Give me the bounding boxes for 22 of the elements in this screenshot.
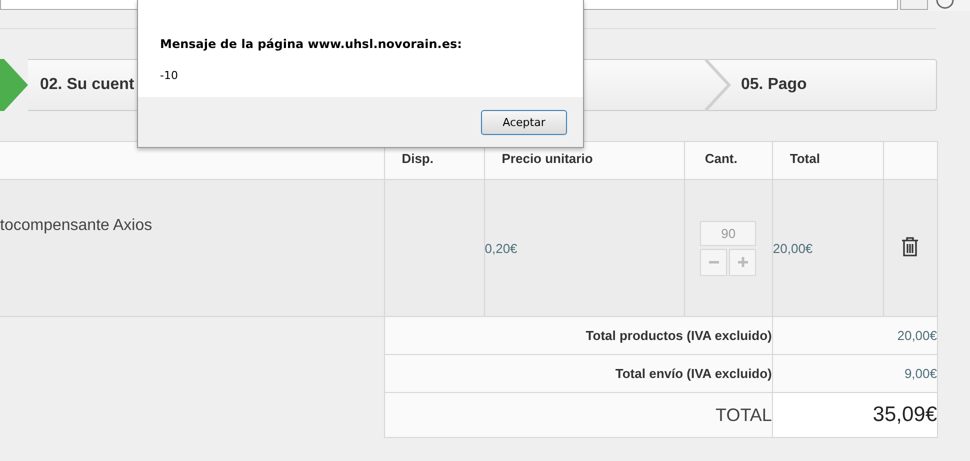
dialog-title: Mensaje de la página www.uhsl.novorain.es:	[160, 37, 463, 51]
summary-value: 9,00€	[904, 366, 937, 381]
column-header: Precio unitario	[484, 142, 684, 180]
unit-price: 0,20€	[484, 240, 518, 256]
product-name: tocompensante Axios	[0, 217, 152, 234]
dropdown-button[interactable]	[900, 0, 928, 10]
plus-icon	[738, 257, 748, 267]
dialog-message: -10	[160, 69, 179, 82]
summary-label: Total productos (IVA excluido)	[586, 328, 772, 343]
column-header: Cant.	[684, 142, 772, 180]
trash-icon[interactable]	[902, 236, 918, 256]
summary-label: TOTAL	[716, 404, 772, 424]
column-header: Total	[772, 142, 884, 180]
info-icon[interactable]	[936, 0, 954, 10]
summary-label: Total envío (IVA excluido)	[615, 366, 772, 381]
summary-value: 35,09€	[872, 403, 937, 426]
increase-button[interactable]	[729, 248, 756, 276]
accept-button[interactable]: Aceptar	[481, 110, 567, 134]
summary-value: 20,00€	[897, 328, 937, 343]
checkout-step[interactable]: 05. Pago	[705, 59, 937, 111]
line-total: 20,00€	[772, 240, 813, 256]
decrease-button[interactable]	[700, 248, 728, 276]
